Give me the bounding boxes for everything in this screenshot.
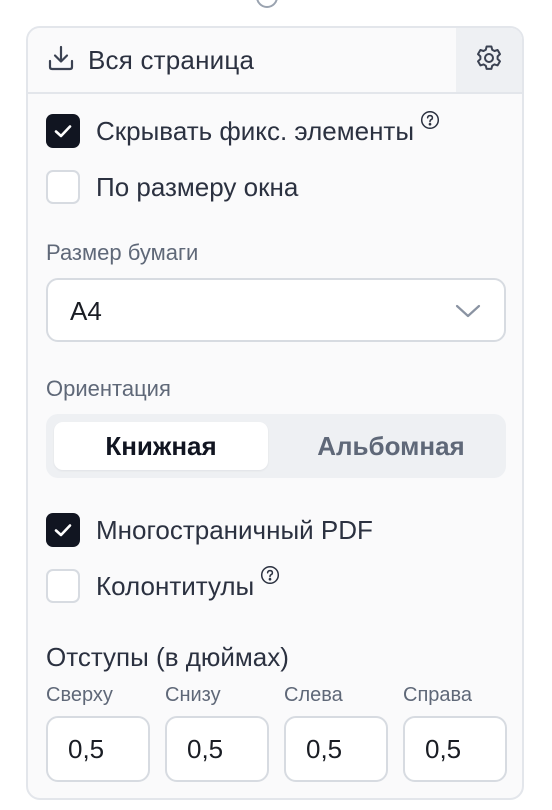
margin-top-group: Сверху 0,5 [46,684,150,782]
hide-fixed-checkbox[interactable] [46,114,80,148]
settings-button[interactable] [456,28,522,92]
margin-top-label: Сверху [46,684,113,706]
orientation-label: Ориентация [46,376,171,401]
help-icon[interactable] [420,110,440,130]
margin-left-input[interactable]: 0,5 [284,716,388,782]
paper-size-label: Размер бумаги [46,240,199,265]
margin-right-label: Справа [403,684,473,706]
fit-window-checkbox[interactable] [46,170,80,204]
download-icon [46,43,76,78]
margin-right-group: Справа 0,5 [403,684,507,782]
gear-icon [474,43,504,78]
headers-footers-label[interactable]: Колонтитулы [96,571,254,602]
panel-header: Вся страница [28,28,522,94]
paper-size-value: A4 [70,296,102,326]
fit-window-row: По размеру окна [46,169,298,205]
multipage-pdf-label[interactable]: Многостраничный PDF [96,515,373,546]
margin-bottom-group: Снизу 0,5 [165,684,269,782]
fit-window-label[interactable]: По размеру окна [96,172,298,203]
chevron-down-icon [454,300,482,322]
headers-footers-checkbox[interactable] [46,569,80,603]
hide-fixed-row: Скрывать фикс. элементы [46,110,440,149]
orientation-landscape-option[interactable]: Альбомная [284,422,498,470]
headers-footers-row: Колонтитулы [46,565,280,604]
margin-right-input[interactable]: 0,5 [403,716,507,782]
download-full-page-button[interactable]: Вся страница [46,42,254,78]
margin-bottom-input[interactable]: 0,5 [165,716,269,782]
margins-title: Отступы (в дюймах) [46,642,289,672]
margin-top-input[interactable]: 0,5 [46,716,150,782]
export-panel: Вся страница Скрывать фикс. элементы По … [26,26,524,800]
margin-left-label: Слева [284,684,343,706]
orientation-portrait-option[interactable]: Книжная [54,422,268,470]
paper-size-select[interactable]: A4 [46,278,506,342]
multipage-pdf-checkbox[interactable] [46,513,80,547]
partial-icon-top [256,0,278,8]
margin-left-group: Слева 0,5 [284,684,388,782]
help-icon[interactable] [260,565,280,585]
orientation-toggle: Книжная Альбомная [46,414,506,478]
download-label: Вся страница [88,44,255,75]
hide-fixed-label[interactable]: Скрывать фикс. элементы [96,116,414,147]
margin-bottom-label: Снизу [165,684,221,706]
multipage-row: Многостраничный PDF [46,512,373,548]
